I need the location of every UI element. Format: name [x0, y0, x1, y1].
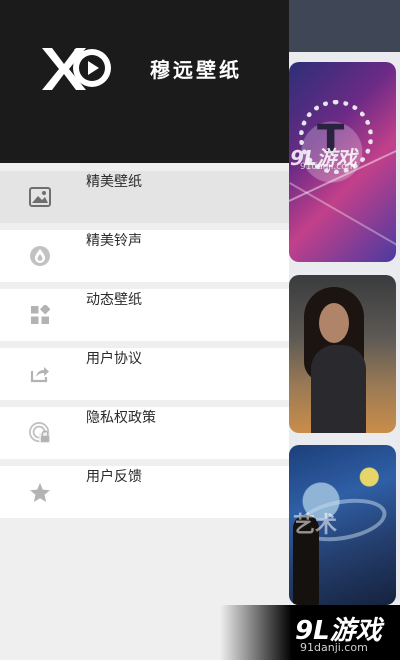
- star-icon: [29, 481, 51, 503]
- drawer-menu: 精美壁纸 精美铃声 动态壁纸 用户协议 隐私权政策 用户反馈: [0, 171, 289, 525]
- wallpaper-decoration: [319, 303, 349, 343]
- site-watermark-url: 91danji.com: [300, 162, 356, 172]
- background-wallpaper-list: T 艺术: [289, 0, 400, 660]
- image-icon: [29, 186, 51, 208]
- wallpaper-card-portrait[interactable]: [289, 275, 396, 433]
- share-icon: [29, 363, 51, 385]
- navigation-drawer: 穆远壁纸 精美壁纸 精美铃声 动态壁纸 用户协议 隐私权政策 用户反馈: [0, 0, 289, 660]
- corner-watermark-url: 91danji.com: [300, 641, 368, 654]
- menu-item-user-agreement[interactable]: 用户协议: [0, 348, 289, 400]
- widgets-icon: [29, 304, 51, 326]
- menu-item-wallpapers[interactable]: 精美壁纸: [0, 171, 289, 223]
- menu-item-label: 精美壁纸: [86, 174, 142, 190]
- menu-item-label: 隐私权政策: [86, 410, 156, 426]
- privacy-shield-icon: [29, 422, 51, 444]
- menu-item-ringtones[interactable]: 精美铃声: [0, 230, 289, 282]
- menu-item-feedback[interactable]: 用户反馈: [0, 466, 289, 518]
- sound-drop-icon: [29, 245, 51, 267]
- wallpaper-card-starry-night[interactable]: 艺术: [289, 445, 396, 605]
- menu-item-live-wallpapers[interactable]: 动态壁纸: [0, 289, 289, 341]
- menu-item-label: 精美铃声: [86, 233, 142, 249]
- app-name: 穆远壁纸: [150, 58, 242, 82]
- background-toolbar: [289, 0, 400, 52]
- menu-item-privacy-policy[interactable]: 隐私权政策: [0, 407, 289, 459]
- wallpaper-decoration: [311, 345, 366, 433]
- drawer-header: 穆远壁纸: [0, 0, 289, 163]
- app-logo-icon: [42, 48, 111, 90]
- menu-item-label: 用户反馈: [86, 469, 142, 485]
- wallpaper-card-text: 艺术: [293, 513, 338, 538]
- menu-item-label: 动态壁纸: [86, 292, 142, 308]
- menu-item-label: 用户协议: [86, 351, 142, 367]
